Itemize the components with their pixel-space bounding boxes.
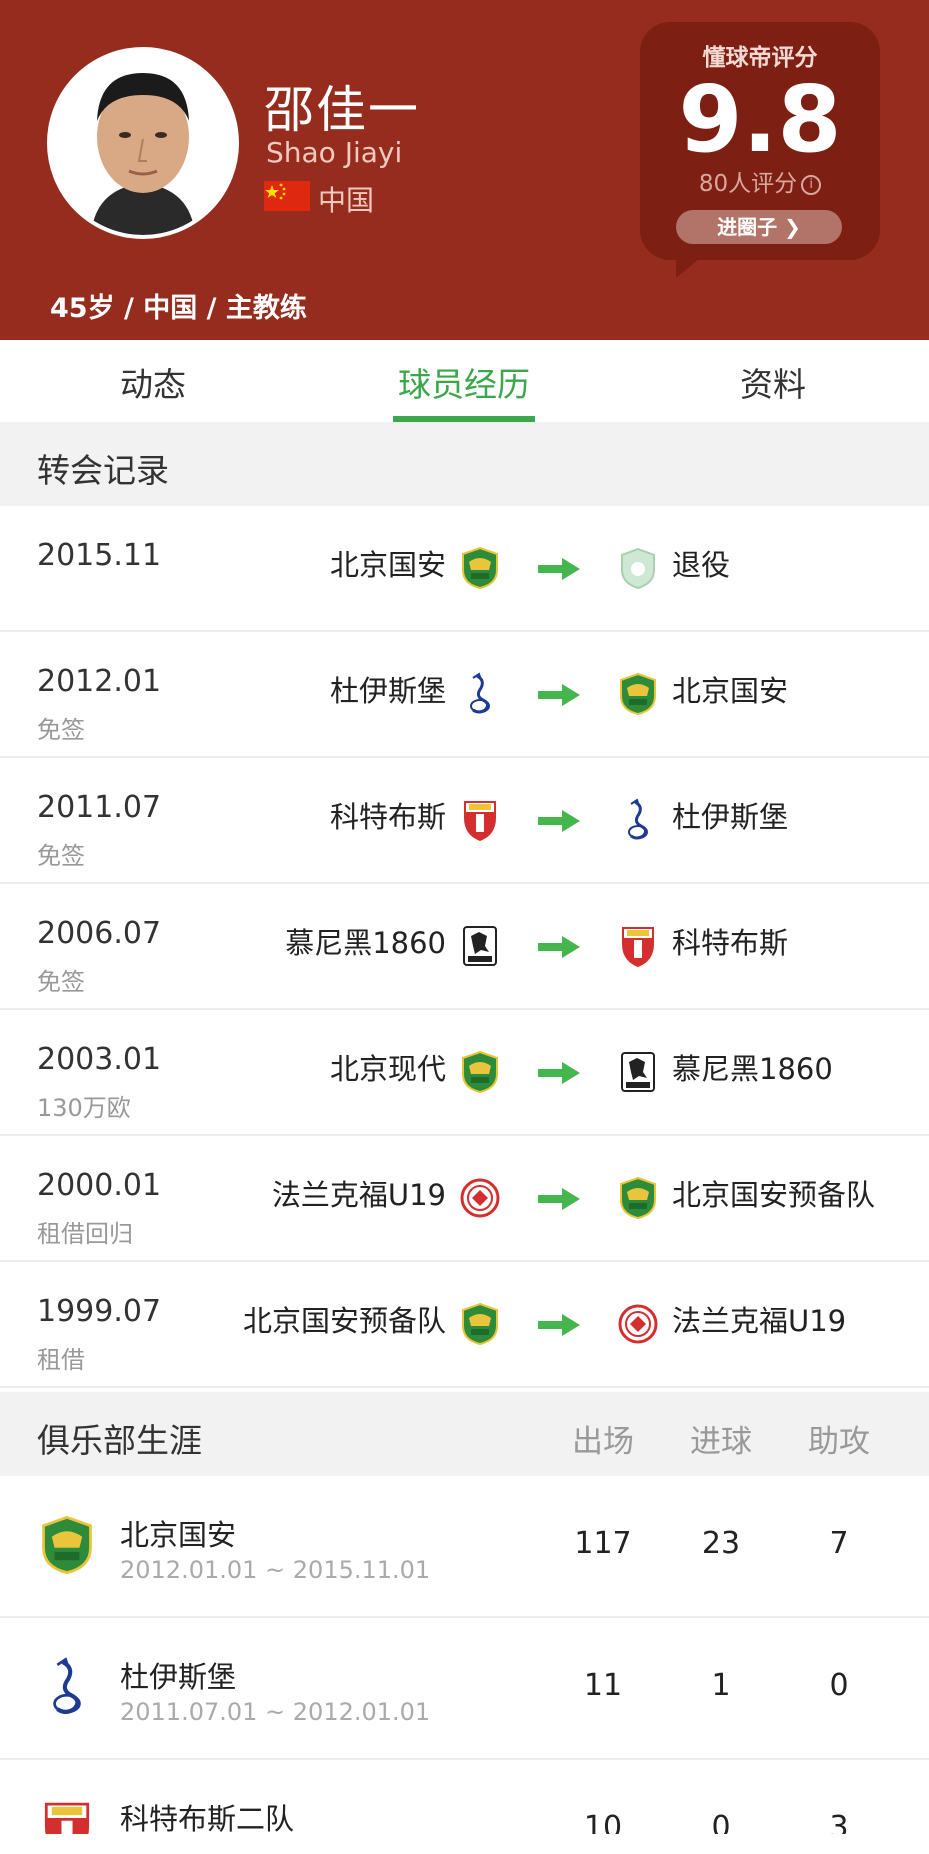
transfer-date: 2011.07 [37,790,162,825]
transfer-from-club[interactable]: 杜伊斯堡 [330,668,446,710]
career-club: 北京国安 [120,1518,237,1552]
transfer-from-club[interactable]: 科特布斯 [330,794,446,836]
transfer-row[interactable]: 2011.07 免签 科特布斯 杜伊斯堡 [0,758,929,884]
transfer-date: 2000.01 [37,1168,162,1203]
transfer-arrow-icon [538,558,580,580]
transfer-date: 2003.01 [37,1042,162,1077]
munich-logo-icon[interactable] [459,924,501,968]
duisburg-logo-icon[interactable] [617,798,659,842]
transfer-type: 130万欧 [37,1094,131,1122]
transfer-to-club[interactable]: 北京国安 [672,668,788,710]
career-assists: 7 [829,1526,849,1561]
player-name: 邵佳一 [264,81,420,139]
guoan-reserve-logo-icon[interactable] [617,1176,659,1220]
career-section-header: 俱乐部生涯 出场 进球 助攻 [0,1392,929,1476]
transfers-section-header: 转会记录 [0,422,929,506]
player-country: 中国 [318,184,375,217]
player-name-en: Shao Jiayi [266,136,403,169]
tab-bar: 动态 球员经历 资料 [0,340,929,422]
player-avatar[interactable] [47,47,239,239]
career-club: 杜伊斯堡 [120,1660,237,1694]
guoan-logo-icon[interactable] [459,546,501,590]
column-assists: 助攻 [808,1424,870,1460]
rating-score: 9.8 [678,66,842,173]
tab-profile[interactable]: 资料 [673,358,873,406]
column-goals: 进球 [690,1424,752,1460]
player-meta: 45岁 / 中国 / 主教练 [50,293,307,324]
bottom-edge [0,1834,929,1854]
rating-card: 懂球帝评分 9.8 80人评分 i 进圈子 ❯ [640,22,880,260]
transfer-arrow-icon [538,1314,580,1336]
retired-logo-icon[interactable] [617,546,659,590]
join-circle-button[interactable]: 进圈子 ❯ [676,210,842,244]
duisburg-logo-icon [38,1656,96,1718]
transfer-arrow-icon [538,1188,580,1210]
transfer-row[interactable]: 2003.01 130万欧 北京现代 慕尼黑1860 [0,1010,929,1136]
transfer-to-club[interactable]: 法兰克福U19 [672,1298,846,1340]
transfer-from-club[interactable]: 北京国安 [330,542,446,584]
transfers-title: 转会记录 [37,451,169,490]
career-club: 科特布斯二队 [120,1802,295,1836]
transfer-type: 租借 [37,1346,85,1374]
rating-count-label: 80人评分 [698,171,798,197]
frankfurt-logo-icon[interactable] [617,1302,659,1346]
transfer-type: 租借回归 [37,1220,133,1248]
cottbus-logo-icon[interactable] [617,924,659,968]
duisburg-logo-icon[interactable] [459,672,501,716]
transfer-row[interactable]: 2015.11 北京国安 退役 [0,506,929,632]
transfer-row[interactable]: 1999.07 租借 北京国安预备队 法兰克福U19 [0,1262,929,1388]
career-row[interactable]: 北京国安 2012.01.01 ~ 2015.11.01 117 23 7 [0,1476,929,1618]
transfer-date: 2006.07 [37,916,162,951]
transfer-row[interactable]: 2000.01 租借回归 法兰克福U19 北京国安预备队 [0,1136,929,1262]
transfer-arrow-icon [538,810,580,832]
career-goals: 23 [701,1526,741,1561]
rating-count[interactable]: 80人评分 i [640,164,880,198]
column-apps: 出场 [572,1424,634,1460]
transfer-from-club[interactable]: 北京现代 [330,1046,446,1088]
transfer-from-club[interactable]: 慕尼黑1860 [285,920,446,962]
munich-logo-icon[interactable] [617,1050,659,1094]
transfer-from-club[interactable]: 北京国安预备队 [243,1298,446,1340]
transfer-arrow-icon [538,684,580,706]
career-goals: 1 [711,1668,731,1703]
guoan-reserve-logo-icon[interactable] [459,1302,501,1346]
guoan-logo-icon [38,1514,96,1576]
transfer-arrow-icon [538,1062,580,1084]
tab-news[interactable]: 动态 [53,358,253,406]
rating-card-tail [676,250,710,278]
career-row[interactable]: 杜伊斯堡 2011.07.01 ~ 2012.01.01 11 1 0 [0,1618,929,1760]
transfer-to-club[interactable]: 杜伊斯堡 [672,794,788,836]
transfer-arrow-icon [538,936,580,958]
transfer-row[interactable]: 2012.01 免签 杜伊斯堡 北京国安 [0,632,929,758]
transfer-row[interactable]: 2006.07 免签 慕尼黑1860 科特布斯 [0,884,929,1010]
transfer-to-club[interactable]: 科特布斯 [672,920,788,962]
info-icon[interactable]: i [801,174,822,195]
china-flag-icon [264,181,310,211]
cottbus-logo-icon[interactable] [459,798,501,842]
transfer-date: 1999.07 [37,1294,162,1329]
career-period: 2011.07.01 ~ 2012.01.01 [120,1698,431,1726]
transfer-date: 2012.01 [37,664,162,699]
career-apps: 11 [583,1668,623,1703]
guoan-logo-icon[interactable] [459,1050,501,1094]
career-assists: 0 [829,1668,849,1703]
tab-career[interactable]: 球员经历 [364,358,564,406]
guoan-logo-icon[interactable] [617,672,659,716]
transfer-to-club[interactable]: 慕尼黑1860 [672,1046,833,1088]
frankfurt-logo-icon[interactable] [459,1176,501,1220]
transfer-from-club[interactable]: 法兰克福U19 [272,1172,446,1214]
player-header: 邵佳一 Shao Jiayi 中国 45岁 / 中国 / 主教练 懂球帝评分 9… [0,0,929,340]
career-title: 俱乐部生涯 [37,1421,202,1460]
career-period: 2012.01.01 ~ 2015.11.01 [120,1556,431,1584]
career-apps: 117 [574,1526,632,1561]
transfer-type: 免签 [37,716,85,744]
transfer-to-club[interactable]: 北京国安预备队 [672,1172,875,1214]
transfer-date: 2015.11 [37,538,162,573]
transfer-type: 免签 [37,842,85,870]
transfer-to-club[interactable]: 退役 [672,542,730,584]
transfer-type: 免签 [37,968,85,996]
